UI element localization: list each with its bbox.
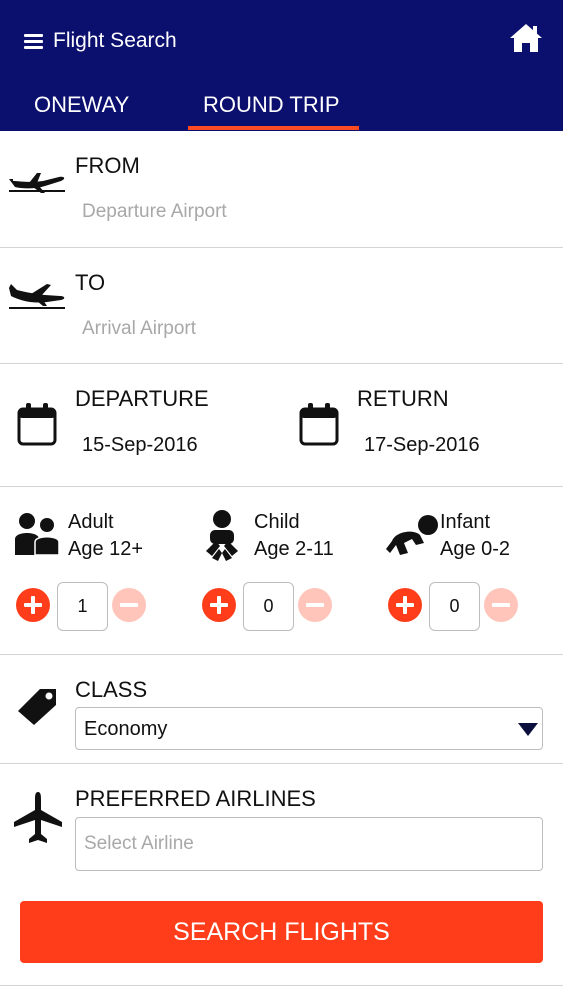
plane-landing-icon (9, 284, 65, 309)
child-text: Child Age 2-11 (254, 509, 334, 563)
airlines-section: PREFERRED AIRLINES SEARCH FLIGHTS (0, 764, 563, 986)
adult-passenger-group: Adult Age 12+ 1 (0, 487, 186, 654)
child-label: Child (254, 511, 300, 533)
passengers-section: Adult Age 12+ 1 Child Age 2-11 0 Infant … (0, 487, 563, 655)
menu-button[interactable]: Flight Search (24, 29, 177, 53)
tab-oneway[interactable]: ONEWAY (34, 92, 129, 118)
infant-passenger-group: Infant Age 0-2 0 (372, 487, 563, 654)
arrival-airport-placeholder[interactable]: Arrival Airport (82, 318, 196, 340)
airplane-icon (14, 792, 62, 843)
adult-decrement-button[interactable] (112, 588, 146, 622)
airline-input[interactable] (75, 817, 543, 871)
tag-icon (18, 689, 56, 725)
adult-count: 1 (57, 582, 108, 631)
from-label: FROM (75, 153, 140, 178)
infant-text: Infant Age 0-2 (440, 509, 510, 563)
infant-count: 0 (429, 582, 480, 631)
adult-text: Adult Age 12+ (68, 509, 143, 563)
adult-increment-button[interactable] (16, 588, 50, 622)
class-selected-value: Economy (84, 718, 168, 740)
infant-increment-button[interactable] (388, 588, 422, 622)
app-header: Flight Search ONEWAY ROUND TRIP (0, 0, 563, 131)
tab-round-trip[interactable]: ROUND TRIP (203, 92, 340, 118)
child-increment-button[interactable] (202, 588, 236, 622)
departure-date-field[interactable]: DEPARTURE 15-Sep-2016 (0, 364, 281, 486)
page-title: Flight Search (53, 29, 177, 52)
adult-label: Adult (68, 511, 114, 533)
departure-airport-placeholder[interactable]: Departure Airport (82, 201, 227, 223)
class-label: CLASS (75, 677, 148, 702)
to-label: TO (75, 270, 106, 295)
child-age: Age 2-11 (254, 538, 334, 560)
class-select[interactable]: Economy (75, 707, 543, 750)
child-icon (206, 510, 238, 561)
home-icon[interactable] (508, 22, 544, 54)
search-flights-button[interactable]: SEARCH FLIGHTS (20, 901, 543, 963)
child-decrement-button[interactable] (298, 588, 332, 622)
calendar-icon (17, 403, 57, 446)
return-date-field[interactable]: RETURN 17-Sep-2016 (282, 364, 563, 486)
return-date-value: 17-Sep-2016 (364, 434, 480, 456)
to-field[interactable]: TO Arrival Airport (0, 248, 563, 364)
dropdown-caret-icon (518, 723, 538, 736)
child-passenger-group: Child Age 2-11 0 (186, 487, 372, 654)
from-field[interactable]: FROM Departure Airport (0, 131, 563, 248)
calendar-icon (299, 403, 339, 446)
infant-label: Infant (440, 511, 491, 533)
class-section: CLASS Economy (0, 655, 563, 764)
dates-section: DEPARTURE 15-Sep-2016 RETURN 17-Sep-2016 (0, 364, 563, 487)
airlines-label: PREFERRED AIRLINES (75, 786, 316, 811)
adult-age: Age 12+ (68, 538, 144, 560)
departure-date-value: 15-Sep-2016 (82, 434, 198, 456)
adult-icon (15, 513, 60, 555)
departure-label: DEPARTURE (75, 386, 209, 411)
plane-takeoff-icon (9, 173, 65, 193)
child-count: 0 (243, 582, 294, 631)
infant-decrement-button[interactable] (484, 588, 518, 622)
infant-age: Age 0-2 (440, 538, 511, 560)
hamburger-menu-icon (24, 33, 43, 49)
infant-icon (386, 515, 438, 555)
return-label: RETURN (357, 386, 449, 411)
active-tab-indicator (188, 126, 359, 130)
